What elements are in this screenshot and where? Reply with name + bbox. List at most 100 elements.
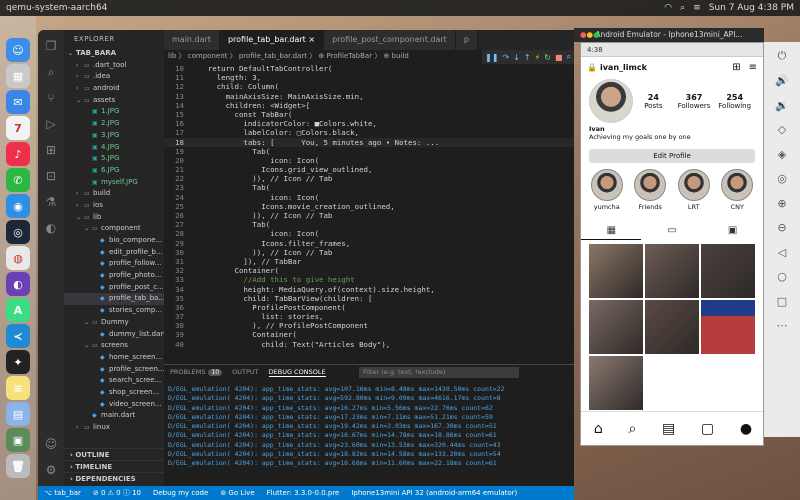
dock-chrome-icon[interactable]: ◍ [6, 246, 30, 270]
post-thumbnail[interactable] [701, 244, 755, 298]
dock-finder-icon[interactable]: ☺ [6, 38, 30, 62]
tree-item[interactable]: ◆ search_scree... [64, 375, 164, 387]
edit-profile-button[interactable]: Edit Profile [589, 149, 755, 163]
dock-notes-icon[interactable]: ≡ [6, 376, 30, 400]
editor-tab[interactable]: p [455, 30, 478, 50]
overview-icon[interactable]: □ [774, 293, 790, 309]
movie-icon[interactable]: ▭ [667, 225, 676, 236]
tree-item[interactable]: ▣ myself.JPG [64, 177, 164, 189]
post-thumbnail[interactable] [645, 300, 699, 354]
post-thumbnail[interactable] [701, 300, 755, 354]
control-center-icon[interactable]: ≡ [693, 3, 701, 13]
post-thumbnail[interactable] [589, 300, 643, 354]
run-debug-icon[interactable]: ▷ [41, 114, 61, 134]
tree-item[interactable]: ⌄ ▭ screens [64, 340, 164, 352]
tree-item[interactable]: ◆ stories_comp... [64, 305, 164, 317]
shop-icon[interactable]: ▢ [701, 421, 714, 437]
editor-tab[interactable]: main.dart [164, 30, 220, 50]
dock-music-icon[interactable]: ♪ [6, 142, 30, 166]
tree-item[interactable]: ▣ 4.JPG [64, 142, 164, 154]
volume-up-icon[interactable]: 🔊 [774, 73, 790, 89]
manage-gear-icon[interactable]: ⚙ [41, 460, 61, 480]
tree-item[interactable]: ◆ bio_compone... [64, 235, 164, 247]
camera-icon[interactable]: ◎ [774, 171, 790, 187]
explorer-icon[interactable]: ❐ [41, 36, 61, 56]
tree-item[interactable]: › ▭ ios [64, 200, 164, 212]
project-root[interactable]: ⌄ TAB_BARA [64, 48, 164, 60]
menu-icon[interactable]: ≡ [749, 62, 757, 73]
tree-item[interactable]: ⌄ ▭ assets [64, 95, 164, 107]
tree-item[interactable]: ◆ shop_screen... [64, 387, 164, 399]
pause-icon[interactable]: ❚❚ [485, 53, 498, 62]
story-highlight[interactable]: yumcha [590, 169, 623, 211]
step-into-icon[interactable]: ↓ [513, 53, 520, 62]
story-highlight[interactable]: LRT [677, 169, 710, 211]
tree-item[interactable]: ◆ dummy_list.dart [64, 329, 164, 341]
reels-icon[interactable]: ▤ [662, 421, 675, 437]
dock-trash-icon[interactable]: 🗑 [6, 454, 30, 478]
status-item[interactable]: Flutter: 3.3.0-0.0.pre [267, 489, 340, 497]
panel-tab[interactable]: PROBLEMS 10 [170, 368, 223, 376]
tree-item[interactable]: ◆ profile_post_c... [64, 282, 164, 294]
editor-tab[interactable]: profile_tab_bar.dart × [219, 30, 325, 50]
profile-stat[interactable]: 254 Following [714, 93, 755, 110]
github-icon[interactable]: ◐ [41, 218, 61, 238]
tree-item[interactable]: › ▭ android [64, 83, 164, 95]
tree-item[interactable]: ◆ profile_photo... [64, 270, 164, 282]
tree-item[interactable]: ▣ 2.JPG [64, 118, 164, 130]
status-item[interactable]: ⊚ Go Live [220, 489, 254, 497]
story-highlight[interactable]: Friends [634, 169, 667, 211]
inspect-icon[interactable]: ⌕ [567, 52, 571, 62]
step-over-icon[interactable]: ↷ [503, 53, 510, 62]
profile-icon[interactable]: ● [740, 421, 752, 437]
panel-tab[interactable]: OUTPUT [232, 368, 259, 376]
testing-icon[interactable]: ⚗ [41, 192, 61, 212]
profile-stat[interactable]: 367 Followers [674, 93, 715, 110]
story-highlight[interactable]: CNY [721, 169, 754, 211]
post-thumbnail[interactable] [589, 356, 643, 410]
dock-vscode-icon[interactable]: ≺ [6, 324, 30, 348]
console-filter-input[interactable]: Filter (e.g. text, !exclude) [359, 367, 519, 378]
timeline-section[interactable]: › TIMELINE [64, 460, 164, 472]
dock-whatsapp-icon[interactable]: ✆ [6, 168, 30, 192]
tree-item[interactable]: ⌄ ▭ lib [64, 212, 164, 224]
dock-emulator-icon[interactable]: ▣ [6, 428, 30, 452]
home-icon[interactable]: ⌂ [594, 421, 603, 437]
tree-item[interactable]: ◆ video_screen... [64, 399, 164, 411]
tree-item[interactable]: › ▭ .dart_tool [64, 60, 164, 72]
tree-item[interactable]: ◆ main.dart [64, 410, 164, 422]
profile-stat[interactable]: 24 Posts [633, 93, 674, 110]
tree-item[interactable]: ▣ 5.JPG [64, 153, 164, 165]
status-item[interactable]: ⊘ 0 ⚠ 0 ⓘ 10 [93, 488, 141, 498]
tree-item[interactable]: ◆ profile_screen... [64, 364, 164, 376]
dock-figma-icon[interactable]: ✦ [6, 350, 30, 374]
tree-item[interactable]: ◆ profile_tab_ba... [64, 293, 164, 306]
search-icon[interactable]: ⌕ [680, 3, 685, 13]
rotate-right-icon[interactable]: ◈ [774, 146, 790, 162]
tree-item[interactable]: ◆ edit_profile_b... [64, 247, 164, 259]
tree-item[interactable]: ◆ profile_follow... [64, 258, 164, 270]
home-icon[interactable]: ○ [774, 269, 790, 285]
zoom-in-icon[interactable]: ⊕ [774, 195, 790, 211]
dock-calendar-icon[interactable]: 7 [6, 116, 30, 140]
tree-item[interactable]: ⌄ ▭ Dummy [64, 317, 164, 329]
more-icon[interactable]: ⋯ [774, 318, 790, 334]
status-item[interactable]: Debug my code [153, 489, 208, 497]
volume-down-icon[interactable]: 🔉 [774, 97, 790, 113]
dock-steam-icon[interactable]: ◎ [6, 220, 30, 244]
stop-icon[interactable]: ■ [555, 53, 563, 62]
tree-item[interactable]: ▣ 3.JPG [64, 130, 164, 142]
post-thumbnail[interactable] [645, 244, 699, 298]
filter-frames-icon[interactable]: ▣ [728, 225, 737, 236]
status-item[interactable]: ⌥ tab_bar [44, 489, 81, 497]
add-post-icon[interactable]: ⊞ [732, 62, 740, 73]
power-icon[interactable]: ⏻ [774, 48, 790, 64]
tree-item[interactable]: ▣ 6.JPG [64, 165, 164, 177]
restart-icon[interactable]: ↻ [544, 53, 551, 62]
step-out-icon[interactable]: ↑ [524, 53, 531, 62]
post-thumbnail[interactable] [589, 244, 643, 298]
status-item[interactable]: Iphone13mini API 32 (android-arm64 emula… [351, 489, 517, 497]
dock-preview-icon[interactable]: ▤ [6, 402, 30, 426]
code-editor[interactable]: 10 return DefaultTabController(11 length… [164, 64, 574, 364]
tree-item[interactable]: › ▭ build [64, 188, 164, 200]
